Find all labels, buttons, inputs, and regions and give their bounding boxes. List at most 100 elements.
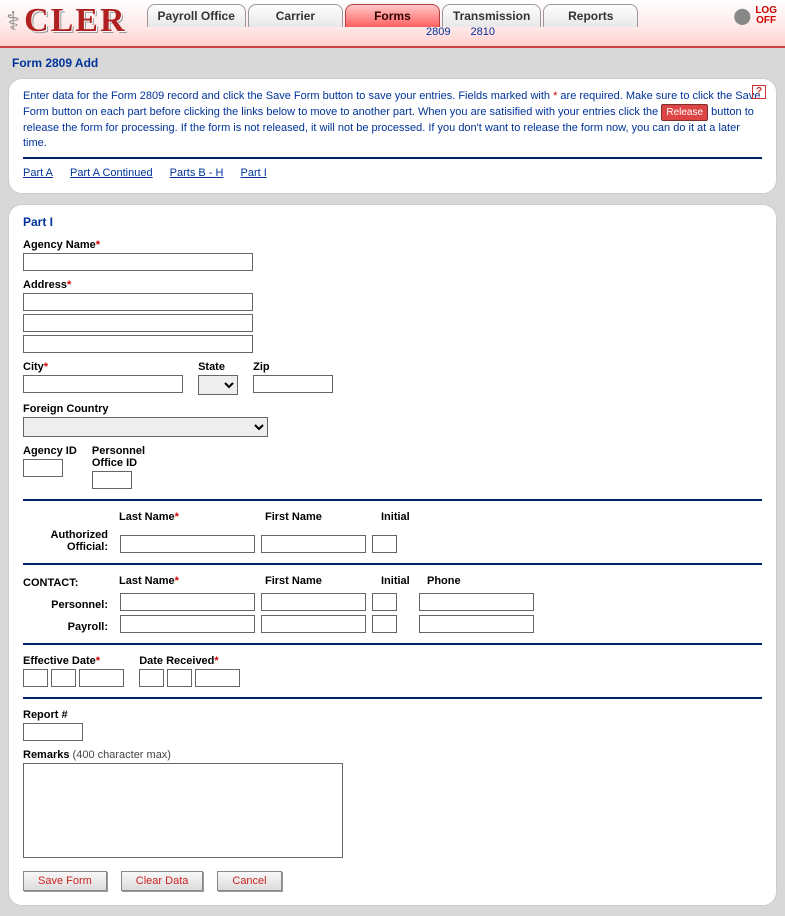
- tab-payroll-office[interactable]: Payroll Office: [147, 4, 246, 27]
- link-part-a[interactable]: Part A: [23, 167, 53, 179]
- row-foreign-country: Foreign Country: [23, 403, 762, 437]
- clear-data-button[interactable]: Clear Data: [121, 871, 204, 891]
- label-personnel-office-id: Personnel Office ID: [92, 445, 152, 469]
- label-city: City*: [23, 361, 183, 373]
- label-foreign-country: Foreign Country: [23, 403, 762, 415]
- subtab-2809[interactable]: 2809: [426, 26, 450, 38]
- tab-reports[interactable]: Reports: [543, 4, 638, 27]
- row-address: Address*: [23, 279, 762, 353]
- label-c-last: Last Name*: [119, 575, 259, 587]
- input-eff-m[interactable]: [23, 669, 48, 687]
- input-eff-y[interactable]: [79, 669, 124, 687]
- part-links: Part A Part A Continued Parts B - H Part…: [23, 167, 762, 179]
- input-rcv-m[interactable]: [139, 669, 164, 687]
- select-state[interactable]: [198, 375, 238, 395]
- input-personnel-phone[interactable]: [419, 593, 534, 611]
- logo-area: ⚕ CLER: [6, 2, 127, 40]
- label-ao-first: First Name: [265, 511, 375, 523]
- input-address-3[interactable]: [23, 335, 253, 353]
- button-row: Save Form Clear Data Cancel: [23, 871, 762, 891]
- input-payroll-first[interactable]: [261, 615, 366, 633]
- input-ao-last[interactable]: [120, 535, 255, 553]
- input-report-num[interactable]: [23, 723, 83, 741]
- input-ao-initial[interactable]: [372, 535, 397, 553]
- label-c-phone: Phone: [427, 575, 547, 587]
- instr-seg-1: Enter data for the Form 2809 record and …: [23, 90, 553, 102]
- main-tabs: Payroll Office Carrier Forms Transmissio…: [147, 4, 641, 27]
- input-personnel-last[interactable]: [120, 593, 255, 611]
- input-rcv-d[interactable]: [167, 669, 192, 687]
- label-c-last-text: Last Name: [119, 575, 175, 587]
- tab-transmission[interactable]: Transmission: [442, 4, 541, 27]
- subtab-2810[interactable]: 2810: [470, 26, 494, 38]
- label-ao-last: Last Name*: [119, 511, 259, 523]
- divider: [23, 157, 762, 159]
- textarea-remarks[interactable]: [23, 763, 343, 858]
- tab-carrier[interactable]: Carrier: [248, 4, 343, 27]
- row-report-num: Report #: [23, 709, 762, 741]
- input-personnel-office-id[interactable]: [92, 471, 132, 489]
- label-city-text: City: [23, 361, 44, 373]
- section-title: Part I: [23, 215, 762, 229]
- label-c-initial: Initial: [381, 575, 421, 587]
- row-agency-name: Agency Name*: [23, 239, 762, 271]
- logoff-button[interactable]: ⬤ LOGOFF: [733, 6, 777, 26]
- save-form-button[interactable]: Save Form: [23, 871, 107, 891]
- logoff-icon: ⬤: [733, 6, 751, 26]
- input-zip[interactable]: [253, 375, 333, 393]
- input-payroll-last[interactable]: [120, 615, 255, 633]
- label-address-text: Address: [23, 279, 67, 291]
- label-personnel: Personnel:: [23, 599, 108, 611]
- input-personnel-first[interactable]: [261, 593, 366, 611]
- input-payroll-initial[interactable]: [372, 615, 397, 633]
- select-foreign-country[interactable]: [23, 417, 268, 437]
- help-icon[interactable]: ?: [752, 85, 766, 99]
- label-contact: CONTACT:: [23, 577, 113, 589]
- label-address: Address*: [23, 279, 762, 291]
- input-personnel-initial[interactable]: [372, 593, 397, 611]
- sub-tabs: 2809 2810: [426, 26, 495, 38]
- label-date-received-text: Date Received: [139, 655, 214, 667]
- contact-block: CONTACT: Last Name* First Name Initial P…: [23, 575, 762, 633]
- label-date-received: Date Received*: [139, 655, 240, 667]
- label-remarks: Remarks (400 character max): [23, 749, 762, 761]
- release-chip: Release: [661, 104, 708, 121]
- input-address-2[interactable]: [23, 314, 253, 332]
- cancel-button[interactable]: Cancel: [217, 871, 281, 891]
- label-c-first: First Name: [265, 575, 375, 587]
- row-city-state-zip: City* State Zip: [23, 361, 762, 395]
- logoff-label: LOGOFF: [755, 6, 777, 26]
- input-agency-id[interactable]: [23, 459, 63, 477]
- input-rcv-y[interactable]: [195, 669, 240, 687]
- row-dates: Effective Date* Date Received*: [23, 655, 762, 687]
- label-remarks-note: (400 character max): [73, 749, 171, 761]
- label-report-num: Report #: [23, 709, 762, 721]
- form-panel: Part I Agency Name* Address* City* State…: [8, 204, 777, 906]
- input-payroll-phone[interactable]: [419, 615, 534, 633]
- row-agency-personnel-id: Agency ID Personnel Office ID: [23, 445, 762, 489]
- top-bar: ⚕ CLER Payroll Office Carrier Forms Tran…: [0, 0, 785, 48]
- label-ao-last-text: Last Name: [119, 511, 175, 523]
- label-payroll: Payroll:: [23, 621, 108, 633]
- logo-text: CLER: [24, 2, 126, 40]
- label-effective-date: Effective Date*: [23, 655, 124, 667]
- label-ao-initial: Initial: [381, 511, 421, 523]
- page-title: Form 2809 Add: [0, 48, 785, 74]
- label-agency-name-text: Agency Name: [23, 239, 96, 251]
- input-address-1[interactable]: [23, 293, 253, 311]
- label-agency-name: Agency Name*: [23, 239, 762, 251]
- link-parts-b-h[interactable]: Parts B - H: [170, 167, 224, 179]
- tab-forms[interactable]: Forms: [345, 4, 440, 27]
- label-zip: Zip: [253, 361, 333, 373]
- row-authorized-official: Last Name* First Name Initial Authorized…: [23, 511, 762, 553]
- input-city[interactable]: [23, 375, 183, 393]
- link-part-a-continued[interactable]: Part A Continued: [70, 167, 153, 179]
- link-part-i[interactable]: Part I: [241, 167, 267, 179]
- input-agency-name[interactable]: [23, 253, 253, 271]
- separator-2: [23, 563, 762, 565]
- label-remarks-text: Remarks: [23, 749, 69, 761]
- input-eff-d[interactable]: [51, 669, 76, 687]
- separator-4: [23, 697, 762, 699]
- caduceus-icon: ⚕: [6, 6, 20, 37]
- input-ao-first[interactable]: [261, 535, 366, 553]
